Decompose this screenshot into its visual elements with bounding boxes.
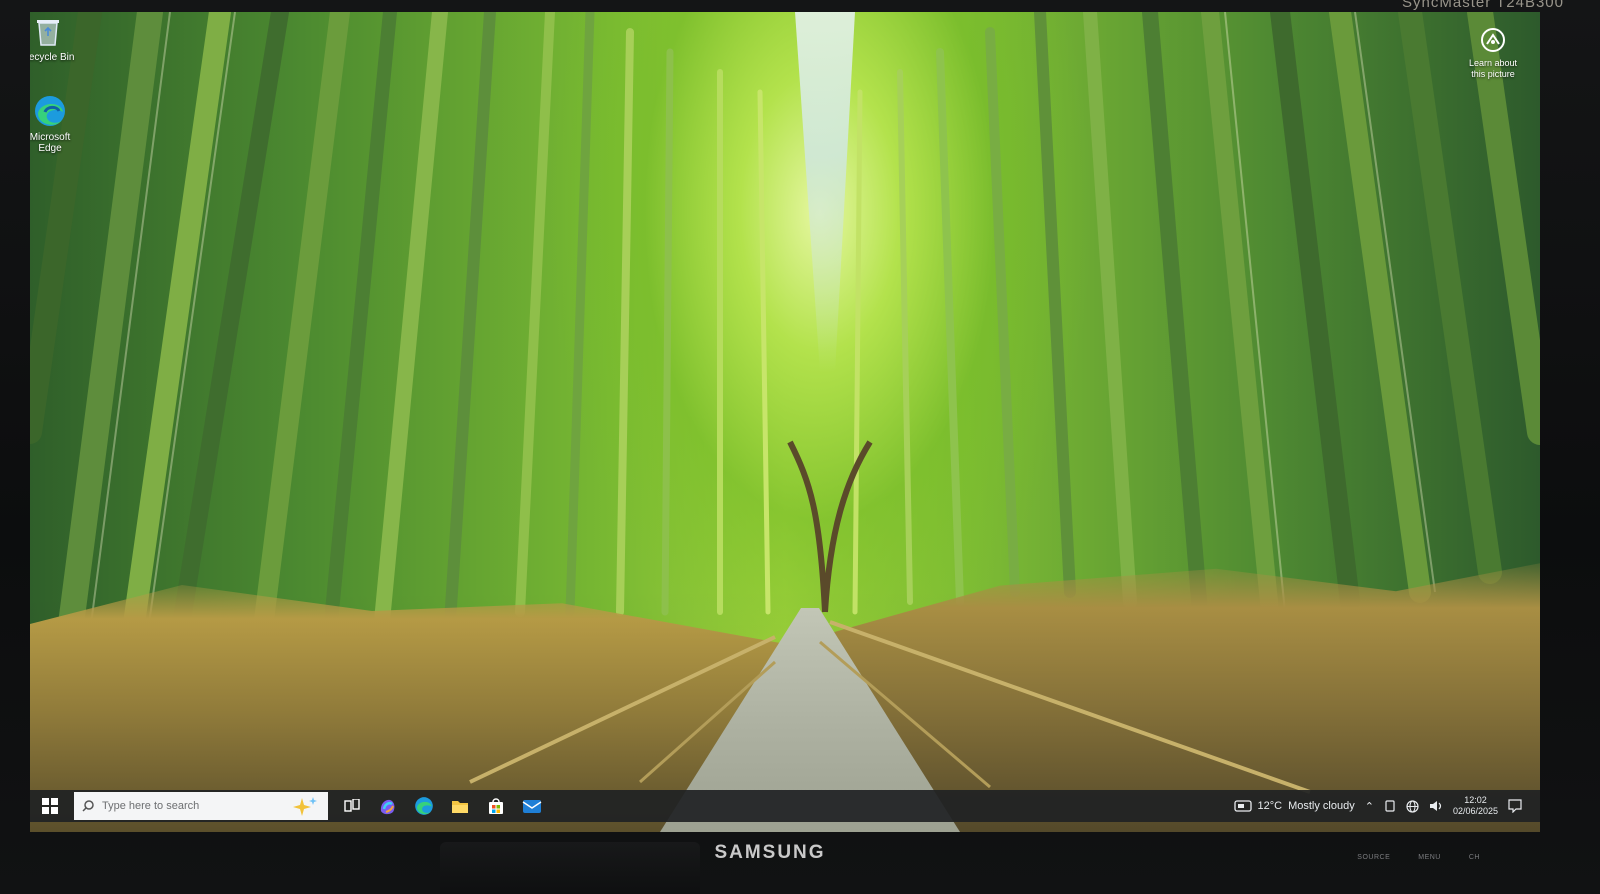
copilot-icon bbox=[380, 799, 395, 815]
clock-time: 12:02 bbox=[1464, 795, 1487, 805]
taskbar-search-box[interactable]: Type here to search bbox=[74, 792, 328, 820]
taskbar-clock[interactable]: 12:02 02/06/2025 bbox=[1453, 795, 1498, 817]
weather-condition: Mostly cloudy bbox=[1288, 800, 1355, 812]
edge-icon bbox=[415, 797, 433, 815]
monitor-ch-label: CH bbox=[1468, 854, 1480, 861]
chevron-up-icon[interactable]: ⌃ bbox=[1365, 800, 1374, 813]
desktop-icon-label: Recycle Bin bbox=[30, 52, 75, 63]
monitor-menu-label: MENU bbox=[1418, 854, 1441, 861]
notification-icon[interactable] bbox=[1508, 799, 1522, 813]
monitor-model-label: SyncMaster T24B300 bbox=[1402, 0, 1564, 11]
camera-icon bbox=[1479, 26, 1507, 54]
taskbar-edge-button[interactable] bbox=[406, 790, 442, 822]
copilot-button[interactable] bbox=[370, 790, 406, 822]
monitor-control-buttons: SOURCE MENU CH bbox=[1357, 854, 1480, 861]
clock-date: 02/06/2025 bbox=[1452, 806, 1498, 816]
desktop-icon-microsoft-edge[interactable]: Microsoft Edge bbox=[30, 92, 80, 154]
mail-icon bbox=[522, 800, 542, 813]
search-highlight-icon bbox=[293, 797, 317, 816]
learn-about-line1: Learn about bbox=[1468, 58, 1518, 68]
search-placeholder: Type here to search bbox=[102, 800, 200, 812]
windows-logo-icon bbox=[42, 798, 58, 814]
start-button[interactable] bbox=[30, 790, 70, 822]
store-button[interactable] bbox=[478, 790, 514, 822]
task-view-icon bbox=[344, 799, 360, 812]
weather-cloud-icon bbox=[1233, 800, 1252, 812]
system-tray: 12°C Mostly cloudy ⌃ 12:02 02/06/2025 bbox=[1233, 795, 1540, 817]
monitor-frame: SyncMaster T24B300 ecycle Bin Microsoft … bbox=[0, 0, 1600, 894]
network-globe-icon[interactable] bbox=[1406, 799, 1419, 813]
store-icon bbox=[489, 798, 503, 814]
desktop-screen: Recycle Bin Microsoft Edge Learn abo bbox=[30, 12, 1540, 832]
desktop-icon-recycle-bin[interactable]: Recycle Bin bbox=[30, 12, 78, 63]
learn-about-line2: this picture bbox=[1471, 69, 1515, 79]
task-view-button[interactable] bbox=[334, 790, 370, 822]
desktop-icon-label: Microsoft Edge bbox=[30, 132, 71, 154]
volume-icon[interactable] bbox=[1429, 800, 1443, 812]
wallpaper-fences bbox=[469, 620, 1311, 794]
weather-widget[interactable]: 12°C Mostly cloudy bbox=[1233, 799, 1355, 813]
search-icon bbox=[82, 800, 94, 812]
monitor-brand-logo: SAMSUNG bbox=[714, 842, 826, 863]
taskbar: Type here to search 12°C Mostly cloudy ⌃… bbox=[30, 790, 1540, 822]
weather-temperature: 12°C bbox=[1257, 800, 1283, 812]
edge-icon bbox=[31, 92, 69, 130]
learn-about-picture[interactable]: Learn about this picture bbox=[1458, 26, 1528, 80]
recycle-bin-icon bbox=[30, 12, 67, 50]
file-explorer-button[interactable] bbox=[442, 790, 478, 822]
device-icon[interactable] bbox=[1384, 800, 1396, 812]
monitor-source-label: SOURCE bbox=[1357, 854, 1391, 861]
mail-button[interactable] bbox=[514, 790, 550, 822]
file-explorer-icon bbox=[452, 801, 468, 813]
